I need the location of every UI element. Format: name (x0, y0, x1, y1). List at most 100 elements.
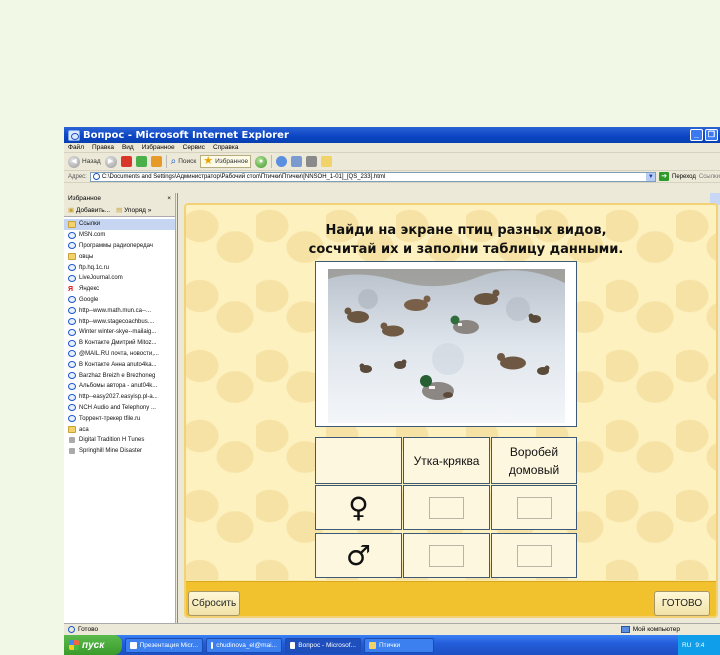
status-bar: Готово Мой компьютер (64, 623, 720, 635)
favorite-item[interactable]: Альбомы автора - anut04k... (64, 381, 175, 392)
male-mallard-cell (403, 533, 490, 578)
address-url: C:\Documents and Settings\Администратор\… (101, 173, 386, 180)
go-arrow-icon[interactable]: ➔ (659, 172, 670, 181)
chevron-down-icon[interactable]: ▼ (646, 172, 656, 181)
title-bar[interactable]: Вопрос - Microsoft Internet Explorer _ ❐ (64, 127, 720, 143)
links-label[interactable]: Ссылки (699, 174, 720, 180)
start-button[interactable]: пуск (64, 635, 122, 655)
ie-page-icon (68, 415, 76, 423)
favorite-item[interactable]: Springhill Mine Disaster (64, 446, 175, 457)
task-mail[interactable]: chudinova_el@mai... (206, 637, 282, 653)
favorite-item[interactable]: Торрент-трекер tfile.ru (64, 413, 175, 424)
female-sparrow-input[interactable] (516, 496, 552, 519)
menu-bar: Файл Правка Вид Избранное Сервис Справка (64, 143, 720, 153)
back-label: Назад (82, 158, 101, 165)
favorite-item[interactable]: LiveJournal.com (64, 273, 175, 284)
menu-view[interactable]: Вид (122, 144, 134, 151)
menu-file[interactable]: Файл (68, 144, 84, 151)
favorites-button[interactable]: ★ Избранное (200, 155, 252, 168)
male-mallard-input[interactable] (429, 544, 464, 567)
favorite-item[interactable]: Winter winter-skye--mailaig... (64, 327, 175, 338)
refresh-icon[interactable] (135, 156, 147, 167)
address-input[interactable]: C:\Documents and Settings\Администратор\… (89, 171, 657, 182)
task-folder[interactable]: Птички (364, 637, 434, 653)
birds-photo[interactable] (328, 269, 565, 423)
favorite-item[interactable]: NCH Audio and Telephony ... (64, 403, 175, 414)
female-mallard-input[interactable] (429, 496, 464, 519)
language-indicator[interactable]: RU (682, 642, 691, 649)
media-icon[interactable]: ● (255, 155, 268, 168)
favorite-item[interactable]: Ссылки (64, 219, 175, 230)
address-label: Адрес: (68, 173, 87, 180)
maximize-icon[interactable]: ❐ (705, 129, 718, 141)
organize-favorites-button[interactable]: ▤ Упоряд » (116, 206, 151, 214)
favorite-item[interactable]: http--www.stagecoachbus.... (64, 316, 175, 327)
add-favorite-button[interactable]: ▣ Добавить... (68, 206, 110, 214)
favorite-item[interactable]: MSN.com (64, 230, 175, 241)
favorite-item[interactable]: В Контакте Анна anuto4ka... (64, 359, 175, 370)
favorite-item[interactable]: Программы радиопередач (64, 241, 175, 252)
home-icon[interactable] (150, 156, 162, 167)
menu-edit[interactable]: Правка (92, 144, 114, 151)
minimize-icon[interactable]: _ (690, 129, 703, 141)
reset-button[interactable]: Сбросить (188, 591, 240, 616)
ie-page-icon (68, 318, 76, 326)
go-button[interactable]: Переход (672, 174, 696, 180)
ie-page-icon (68, 274, 76, 282)
menu-favorites[interactable]: Избранное (142, 144, 175, 151)
status-text: Готово (78, 626, 99, 633)
toolbar: ◀ Назад ▶ ⌕ Поиск ★ Избранное ● (64, 153, 720, 171)
ie-page-icon (68, 328, 76, 336)
ie-page-icon (68, 307, 76, 315)
ie-icon (68, 129, 80, 141)
favorite-item[interactable]: @MAIL.RU почта, новости,... (64, 349, 175, 360)
forward-button[interactable]: ▶ (104, 155, 117, 168)
menu-tools[interactable]: Сервис (183, 144, 205, 151)
favorite-item[interactable]: В Контакте Дмитрий Mitoz... (64, 338, 175, 349)
favorite-item[interactable]: http--easy2027.easyisp.pl-a... (64, 392, 175, 403)
folder-icon[interactable] (321, 156, 333, 167)
menu-help[interactable]: Справка (213, 144, 239, 151)
question-line-2: сосчитай их и заполни таблицу данными. (308, 242, 624, 257)
table-corner-cell (315, 437, 402, 484)
header-mallard: Утка-кряква (403, 437, 490, 484)
back-button[interactable]: ◀ Назад (68, 155, 101, 168)
favorite-item[interactable]: Barzhaz Breizh e Brezhoneg (64, 370, 175, 381)
favorite-item[interactable]: ftp.hq.1c.ru (64, 262, 175, 273)
window-controls: _ ❐ (690, 129, 718, 141)
female-symbol: ♀ (315, 485, 402, 530)
ie-page-icon (68, 404, 76, 412)
history-icon[interactable] (276, 156, 288, 167)
favorite-item[interactable]: http--www.math.mun.ca--... (64, 305, 175, 316)
favorite-item[interactable]: aca (64, 424, 175, 435)
back-arrow-icon: ◀ (68, 155, 80, 168)
close-icon[interactable]: × (167, 195, 171, 202)
ie-page-icon (68, 296, 76, 304)
toolbar-separator (271, 155, 273, 168)
quiz-button-bar: Сбросить ГОТОВО (186, 581, 716, 616)
male-sparrow-cell (491, 533, 577, 578)
task-question[interactable]: Вопрос - Microsof... (285, 637, 361, 653)
ie-page-icon (68, 339, 76, 347)
sidebar-title: Избранное (68, 195, 101, 202)
favorite-item[interactable]: Я Яндекс (64, 284, 175, 295)
window-title: Вопрос - Microsoft Internet Explorer (83, 129, 289, 141)
clock: 9:4 (695, 641, 705, 649)
system-tray: RU 9:4 (678, 635, 720, 655)
search-button[interactable]: ⌕ Поиск (171, 156, 197, 167)
favorite-item[interactable]: Google (64, 295, 175, 306)
mail-icon[interactable] (291, 156, 303, 167)
print-icon[interactable] (306, 156, 318, 167)
favorite-item[interactable]: Digital Tradition H Tunes (64, 435, 175, 446)
task-presentation[interactable]: Презентация Micr... (125, 637, 203, 653)
male-sparrow-input[interactable] (516, 544, 552, 567)
quiz-panel: Найди на экране птиц разных видов, сосчи… (184, 203, 718, 618)
stop-icon[interactable] (120, 156, 132, 167)
done-button[interactable]: ГОТОВО (654, 591, 710, 616)
ie-page-icon (68, 264, 76, 272)
favorite-item[interactable]: овцы (64, 251, 175, 262)
ie-page-icon (68, 361, 76, 369)
question-line-1: Найди на экране птиц разных видов, (325, 223, 607, 238)
favorites-sidebar: Избранное × ▣ Добавить... ▤ Упоряд » Ссы… (64, 193, 176, 623)
question-title: Найди на экране птиц разных видов, сосчи… (246, 221, 686, 259)
